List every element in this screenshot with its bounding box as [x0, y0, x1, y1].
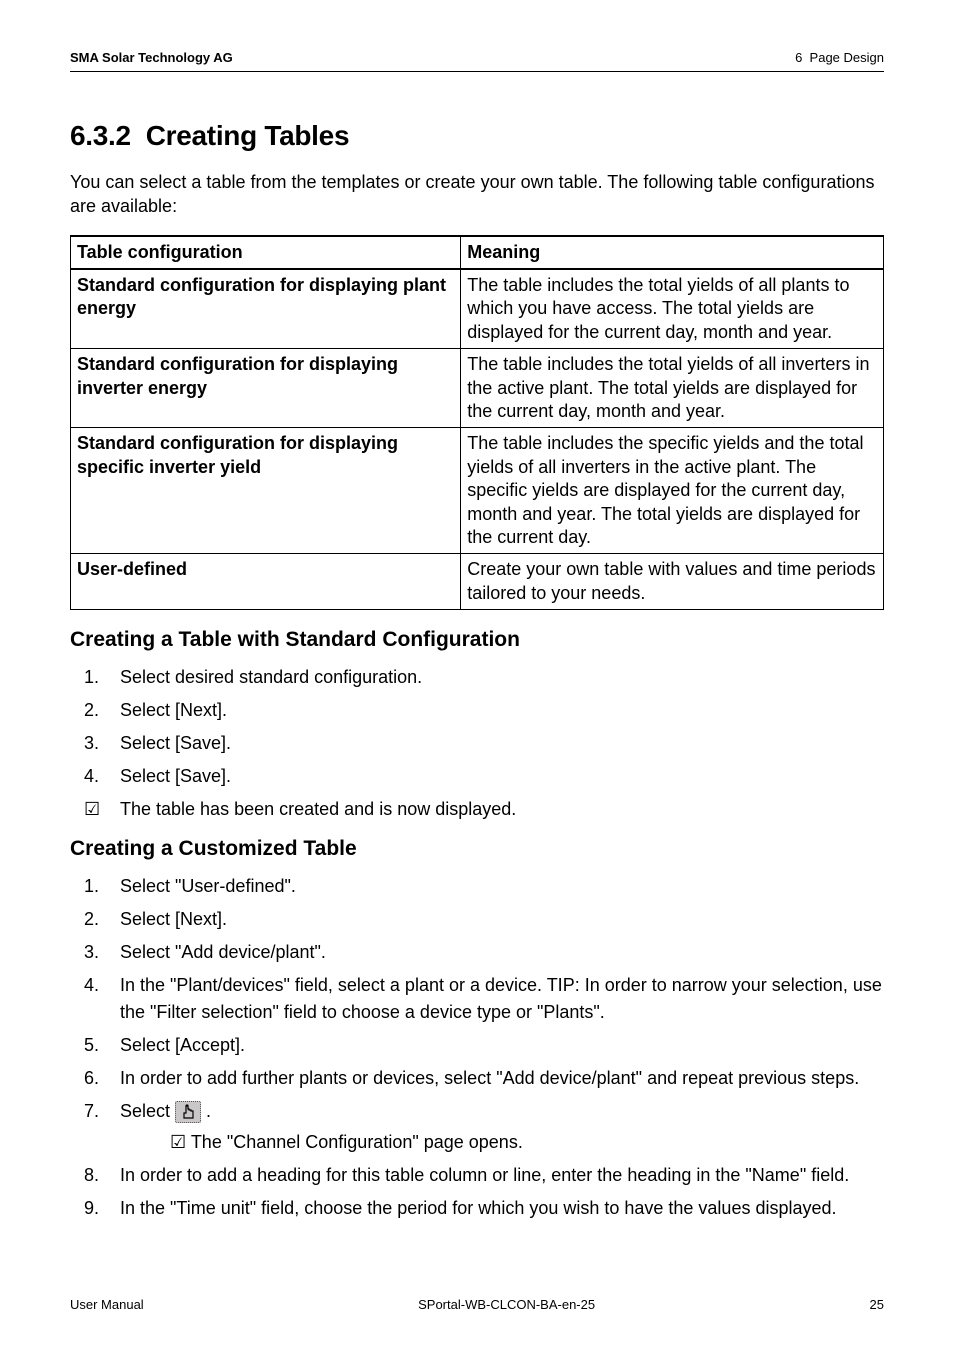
step-text: In order to add further plants or device… — [120, 1068, 859, 1088]
page-header: SMA Solar Technology AG 6 Page Design — [70, 50, 884, 65]
table-row: User-defined Create your own table with … — [71, 554, 884, 610]
footer-left: User Manual — [70, 1297, 144, 1312]
step-item: 9.In the "Time unit" field, choose the p… — [70, 1195, 884, 1222]
table-cell-meaning: The table includes the total yields of a… — [461, 269, 884, 349]
step-sub-result-text: The "Channel Configuration" page opens. — [191, 1132, 523, 1152]
step-text: Select desired standard configuration. — [120, 667, 422, 687]
step-item: 4.Select [Save]. — [70, 763, 884, 790]
configuration-table: Table configuration Meaning Standard con… — [70, 235, 884, 610]
steps-custom: 1.Select "User-defined". 2.Select [Next]… — [70, 873, 884, 1222]
step-item: 1.Select "User-defined". — [70, 873, 884, 900]
step-item: 2.Select [Next]. — [70, 906, 884, 933]
step-item: 3.Select [Save]. — [70, 730, 884, 757]
step-text: Select [Save]. — [120, 733, 231, 753]
page-footer: User Manual SPortal-WB-CLCON-BA-en-25 25 — [70, 1297, 884, 1312]
step-item: 7. Select . The "Channel Configuration" … — [70, 1098, 884, 1156]
table-cell-meaning: Create your own table with values and ti… — [461, 554, 884, 610]
step-text: Select "User-defined". — [120, 876, 296, 896]
table-cell-meaning: The table includes the total yields of a… — [461, 349, 884, 428]
table-row: Standard configuration for displaying sp… — [71, 428, 884, 554]
table-cell-config: User-defined — [71, 554, 461, 610]
subheading-standard: Creating a Table with Standard Configura… — [70, 628, 884, 652]
step-text: Select [Save]. — [120, 766, 231, 786]
step-text: In the "Plant/devices" field, select a p… — [120, 975, 882, 1022]
header-section: 6 Page Design — [795, 50, 884, 65]
step-text-part2: . — [201, 1101, 211, 1121]
step-item: 5.Select [Accept]. — [70, 1032, 884, 1059]
step-item: 6.In order to add further plants or devi… — [70, 1065, 884, 1092]
table-row: Standard configuration for displaying in… — [71, 349, 884, 428]
step-text: In order to add a heading for this table… — [120, 1165, 849, 1185]
step-item: 8.In order to add a heading for this tab… — [70, 1162, 884, 1189]
table-cell-config: Standard configuration for displaying pl… — [71, 269, 461, 349]
step-text: Select [Accept]. — [120, 1035, 245, 1055]
intro-paragraph: You can select a table from the template… — [70, 170, 884, 219]
steps-standard: 1.Select desired standard configuration.… — [70, 664, 884, 823]
table-header-meaning: Meaning — [461, 236, 884, 269]
table-cell-config: Standard configuration for displaying in… — [71, 349, 461, 428]
step-item: 1.Select desired standard configuration. — [70, 664, 884, 691]
table-cell-meaning: The table includes the specific yields a… — [461, 428, 884, 554]
step-text: Select [Next]. — [120, 909, 227, 929]
step-text: In the "Time unit" field, choose the per… — [120, 1198, 837, 1218]
step-item: 2.Select [Next]. — [70, 697, 884, 724]
step-sub-result: The "Channel Configuration" page opens. — [120, 1129, 884, 1156]
step-text: Select "Add device/plant". — [120, 942, 326, 962]
step-result: The table has been created and is now di… — [70, 796, 884, 823]
step-item: 3.Select "Add device/plant". — [70, 939, 884, 966]
subheading-custom: Creating a Customized Table — [70, 837, 884, 861]
step-item: 4.In the "Plant/devices" field, select a… — [70, 972, 884, 1026]
step-text-part1: Select — [120, 1101, 175, 1121]
header-divider — [70, 71, 884, 72]
footer-center: SPortal-WB-CLCON-BA-en-25 — [418, 1297, 595, 1312]
table-row: Standard configuration for displaying pl… — [71, 269, 884, 349]
footer-right: 25 — [870, 1297, 884, 1312]
step-result-text: The table has been created and is now di… — [120, 799, 516, 819]
step-text: Select [Next]. — [120, 700, 227, 720]
table-cell-config: Standard configuration for displaying sp… — [71, 428, 461, 554]
hand-pointer-icon — [175, 1101, 201, 1123]
table-header-config: Table configuration — [71, 236, 461, 269]
page-title: 6.3.2 Creating Tables — [70, 120, 884, 152]
header-company: SMA Solar Technology AG — [70, 50, 233, 65]
